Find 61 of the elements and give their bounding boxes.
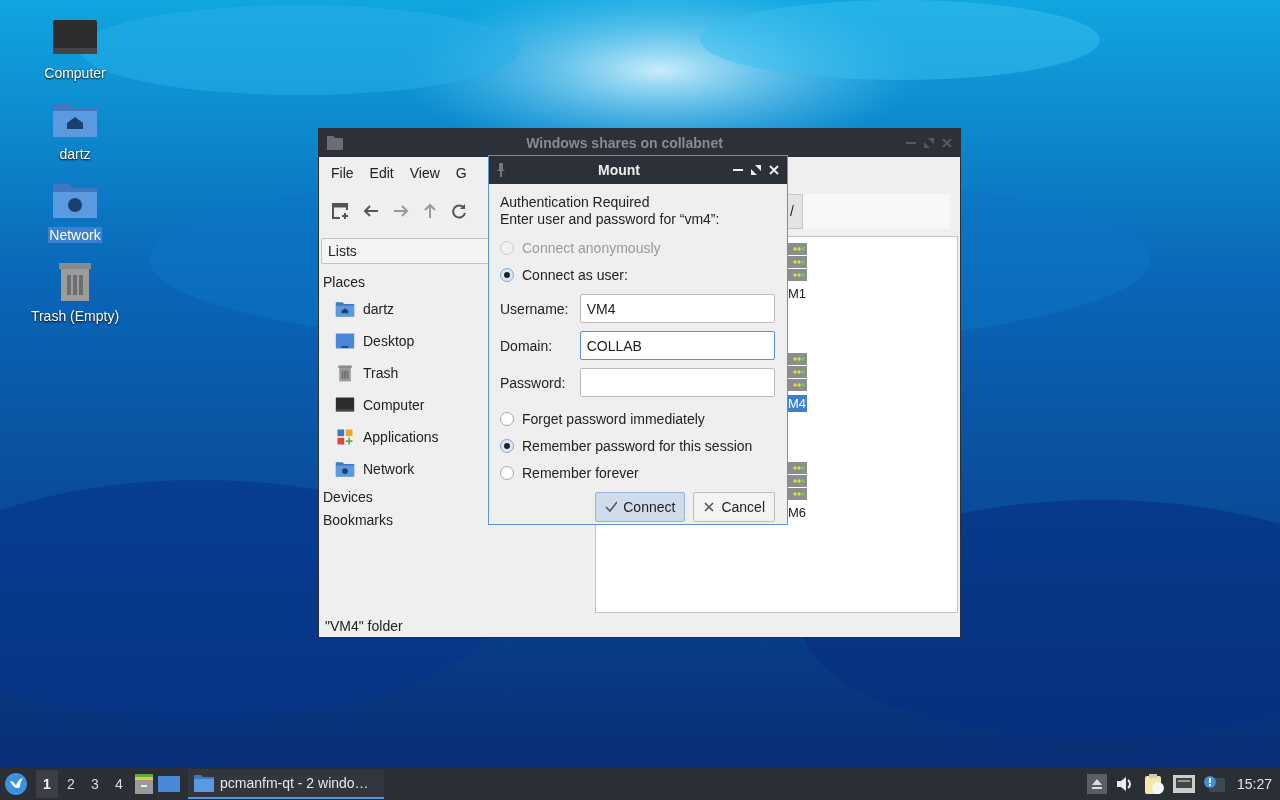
reload-icon[interactable] bbox=[451, 203, 467, 219]
radio-option[interactable]: Connect as user: bbox=[500, 261, 775, 288]
network-icon[interactable] bbox=[1172, 775, 1195, 793]
taskbar-task[interactable]: pcmanfm-qt - 2 windo… bbox=[188, 769, 384, 799]
file-name[interactable]: M6 bbox=[787, 504, 808, 521]
input-field[interactable]: VM4 bbox=[579, 294, 775, 323]
radio-option[interactable]: Forget password immediately bbox=[500, 405, 775, 432]
trash-icon bbox=[335, 363, 355, 383]
desktop-icon-label[interactable]: Network bbox=[48, 227, 102, 243]
cross-icon bbox=[703, 501, 716, 513]
monitor-icon bbox=[335, 395, 355, 415]
clipboard-icon[interactable] bbox=[1142, 773, 1165, 795]
radio-option[interactable]: Remember password for this session bbox=[500, 432, 775, 459]
desktop-icon-label[interactable]: dartz bbox=[58, 146, 92, 162]
file-cabinet-icon[interactable] bbox=[134, 774, 154, 794]
start-menu-icon[interactable] bbox=[4, 772, 28, 796]
workspace-button[interactable]: 4 bbox=[108, 770, 130, 798]
sidebar-item[interactable]: Computer bbox=[363, 397, 425, 413]
folder-icon bbox=[194, 774, 214, 792]
window-title: Mount bbox=[597, 162, 641, 178]
workspace-button[interactable]: 2 bbox=[60, 770, 82, 798]
radio-option[interactable]: Remember forever bbox=[500, 459, 775, 486]
applications-icon bbox=[335, 427, 355, 447]
clock[interactable]: 15:27 bbox=[1236, 776, 1272, 792]
menu-item[interactable]: G bbox=[447, 164, 475, 181]
desktop-icon-label[interactable]: Trash (Empty) bbox=[29, 308, 121, 324]
connect-button[interactable]: Connect bbox=[595, 492, 686, 522]
field-label: Domain: bbox=[500, 337, 554, 354]
maximize-icon[interactable] bbox=[751, 165, 761, 175]
dialog-message: Enter user and password for “vm4”: bbox=[500, 211, 721, 228]
input-field[interactable]: COLLAB bbox=[579, 331, 775, 360]
sidebar-item[interactable]: Network bbox=[363, 461, 415, 477]
menu-item[interactable]: Edit bbox=[361, 164, 402, 181]
folder-icon bbox=[327, 136, 343, 150]
window-title: Windows shares on collabnet bbox=[525, 135, 724, 151]
input-field[interactable] bbox=[579, 368, 775, 397]
cancel-button[interactable]: Cancel bbox=[693, 492, 775, 522]
menu-item[interactable]: File bbox=[323, 164, 362, 181]
sidebar-item[interactable]: Applications bbox=[363, 429, 439, 445]
eject-icon[interactable] bbox=[1086, 774, 1107, 794]
field-label: Password: bbox=[500, 374, 567, 391]
path-field[interactable] bbox=[803, 193, 950, 229]
dialog-heading: Authentication Required bbox=[500, 194, 651, 211]
home-folder-icon bbox=[335, 299, 355, 319]
sidebar-item[interactable]: dartz bbox=[363, 301, 395, 317]
network-folder-icon bbox=[335, 459, 355, 479]
field-label: Username: bbox=[500, 300, 570, 317]
pin-icon[interactable] bbox=[497, 163, 505, 177]
file-name[interactable]: M1 bbox=[787, 285, 808, 302]
workspace-button[interactable]: 1 bbox=[36, 770, 58, 798]
sidebar-item[interactable]: Desktop bbox=[363, 333, 415, 349]
status-text: "VM4" folder bbox=[324, 617, 404, 636]
menu-item[interactable]: View bbox=[401, 164, 448, 181]
back-arrow-icon[interactable] bbox=[363, 204, 379, 218]
notification-icon[interactable] bbox=[1202, 775, 1225, 793]
sidebar-item[interactable]: Trash bbox=[363, 365, 399, 381]
new-tab-icon[interactable] bbox=[331, 202, 349, 220]
workspace-button[interactable]: 3 bbox=[84, 770, 106, 798]
check-icon bbox=[605, 501, 618, 513]
desktop-icon bbox=[335, 331, 355, 351]
desktop-icon[interactable] bbox=[158, 775, 180, 793]
